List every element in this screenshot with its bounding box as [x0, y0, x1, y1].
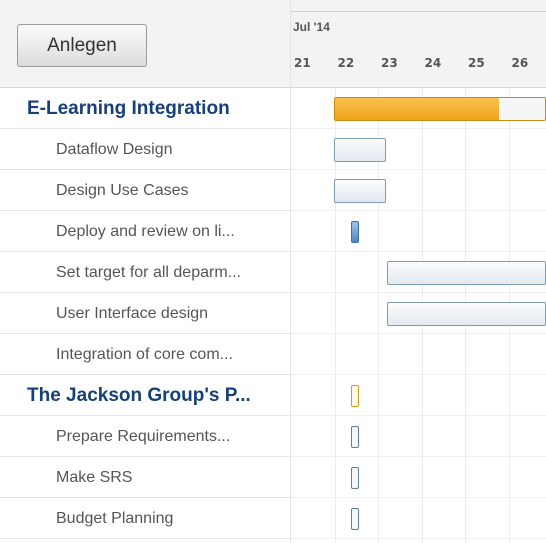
task-row[interactable]: User Interface design [0, 293, 546, 334]
task-bar[interactable] [334, 138, 386, 162]
timeline-header-divider [291, 11, 546, 12]
task-name: Integration of core com... [56, 346, 233, 363]
name-cell[interactable]: Prepare Requirements... [0, 416, 290, 457]
task-marker[interactable] [351, 508, 359, 530]
name-cell[interactable]: Make SRS [0, 457, 290, 498]
grid-header: Anlegen [0, 0, 291, 88]
progress-fill [335, 98, 499, 120]
task-row[interactable]: Deploy and review on li... [0, 211, 546, 252]
day-label: 23 [381, 56, 398, 70]
task-name: Dataflow Design [56, 141, 173, 158]
task-marker[interactable] [351, 385, 359, 407]
group-name: The Jackson Group's P... [27, 385, 251, 406]
name-cell[interactable]: User Interface design [0, 293, 290, 334]
splitter[interactable] [290, 0, 291, 543]
summary-bar[interactable] [334, 97, 546, 121]
day-label: 22 [337, 56, 355, 70]
task-name: Budget Planning [56, 510, 174, 527]
group-row[interactable]: E-Learning Integration [0, 88, 546, 129]
day-label: 26 [511, 56, 529, 70]
task-bar[interactable] [387, 261, 546, 285]
task-row[interactable]: Set target for all deparm... [0, 252, 546, 293]
task-name: User Interface design [56, 305, 209, 322]
task-name: Prepare Requirements... [56, 428, 231, 445]
task-name: Set target for all deparm... [56, 264, 241, 281]
name-cell[interactable]: Deploy and review on li... [0, 211, 290, 252]
task-name: Make SRS [56, 469, 133, 486]
day-label: 25 [468, 56, 485, 70]
group-row[interactable]: The Jackson Group's P... [0, 375, 546, 416]
task-bar[interactable] [334, 179, 386, 203]
task-row[interactable]: Integration of core com... [0, 334, 546, 375]
task-row[interactable]: Design Use Cases [0, 170, 546, 211]
row-divider [291, 538, 546, 539]
task-row[interactable]: Dataflow Design [0, 129, 546, 170]
task-row[interactable]: Budget Planning [0, 498, 546, 539]
name-cell[interactable]: Design Use Cases [0, 170, 290, 211]
task-name: Deploy and review on li... [56, 223, 235, 240]
task-marker[interactable] [351, 426, 359, 448]
add-button[interactable]: Anlegen [17, 24, 147, 67]
day-label: 24 [424, 56, 442, 70]
name-cell[interactable]: Budget Planning [0, 498, 290, 539]
task-bar[interactable] [387, 302, 546, 326]
name-cell[interactable]: Set target for all deparm... [0, 252, 290, 293]
timeline-header: Jul '14 [291, 0, 546, 88]
name-cell[interactable]: E-Learning Integration [0, 88, 290, 129]
group-name: E-Learning Integration [27, 98, 230, 119]
name-cell[interactable]: Integration of core com... [0, 334, 290, 375]
task-marker[interactable] [351, 221, 359, 243]
month-label: Jul '14 [293, 20, 330, 34]
task-row[interactable]: Make SRS [0, 457, 546, 498]
name-cell[interactable]: Dataflow Design [0, 129, 290, 170]
task-marker[interactable] [351, 467, 359, 489]
task-name: Design Use Cases [56, 182, 189, 199]
task-row[interactable]: Prepare Requirements... [0, 416, 546, 457]
day-label: 21 [294, 56, 311, 70]
name-cell[interactable]: The Jackson Group's P... [0, 375, 290, 416]
